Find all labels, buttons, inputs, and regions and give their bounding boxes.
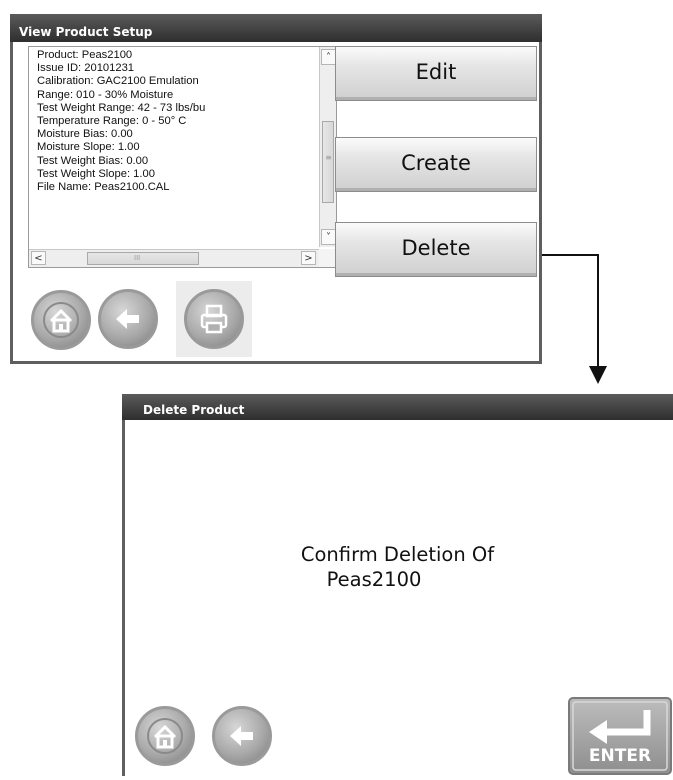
back-button[interactable]: [98, 289, 158, 349]
list-item: Temperature Range: 0 - 50° C: [37, 115, 187, 128]
list-item: Test Weight Range: 42 - 73 lbs/bu: [37, 101, 206, 114]
enter-button[interactable]: ENTER: [567, 696, 673, 776]
confirm-message: Confirm Deletion Of Peas2100: [125, 542, 670, 592]
window-body: Confirm Deletion Of Peas2100 ENTER: [125, 420, 673, 776]
print-button-circle: [184, 289, 244, 349]
back-icon: [116, 309, 139, 329]
confirm-product-name: Peas2100: [326, 568, 422, 591]
delete-button[interactable]: Delete: [335, 222, 537, 277]
connector-line-horizontal: [542, 254, 599, 256]
print-icon: [200, 304, 228, 334]
view-product-setup-window: View Product Setup Product: Peas2100 Iss…: [10, 14, 542, 364]
grip-icon: ≡: [325, 153, 332, 162]
scroll-right-button[interactable]: >: [301, 251, 316, 265]
window-title: View Product Setup: [10, 14, 542, 42]
home-icon: [147, 718, 183, 754]
horizontal-scroll-thumb[interactable]: III: [87, 252, 199, 265]
list-item: Issue ID: 20101231: [37, 62, 135, 75]
print-button[interactable]: [176, 281, 252, 357]
list-item: Moisture Slope: 1.00: [37, 141, 140, 154]
list-item: Product: Peas2100: [37, 49, 133, 61]
edit-button[interactable]: Edit: [335, 46, 537, 101]
product-info-list[interactable]: Product: Peas2100 Issue ID: 20101231 Cal…: [28, 46, 337, 268]
list-item: Moisture Bias: 0.00: [37, 128, 133, 141]
create-button[interactable]: Create: [335, 137, 537, 192]
home-icon: [43, 302, 79, 338]
vertical-scroll-thumb[interactable]: ≡: [322, 121, 334, 203]
confirm-line-1: Confirm Deletion Of: [300, 543, 495, 566]
scrollbar-corner: [319, 249, 336, 267]
list-item: Test Weight Bias: 0.00: [37, 154, 149, 167]
vertical-scrollbar[interactable]: ˄ ≡ ˅: [319, 47, 336, 247]
connector-line-vertical: [597, 254, 599, 366]
scroll-left-button[interactable]: <: [31, 251, 46, 265]
back-icon: [230, 726, 253, 746]
home-button[interactable]: [31, 290, 91, 350]
horizontal-scrollbar[interactable]: < III >: [29, 249, 319, 267]
scroll-up-button[interactable]: ˄: [321, 49, 336, 65]
window-body: Product: Peas2100 Issue ID: 20101231 Cal…: [13, 42, 539, 361]
home-button[interactable]: [135, 706, 195, 766]
list-item: Calibration: GAC2100 Emulation: [37, 75, 199, 88]
list-item: Range: 010 - 30% Moisture: [37, 88, 174, 101]
list-item: File Name: Peas2100.CAL: [37, 181, 170, 194]
window-title: Delete Product: [122, 394, 673, 420]
arrow-down-icon: [589, 366, 607, 384]
grip-icon: III: [134, 254, 141, 262]
delete-product-window: Delete Product Confirm Deletion Of Peas2…: [122, 394, 673, 776]
list-item: Test Weight Slope: 1.00: [37, 167, 155, 180]
enter-label: ENTER: [588, 746, 652, 766]
scroll-down-button[interactable]: ˅: [321, 229, 336, 245]
product-info-lines: Product: Peas2100 Issue ID: 20101231 Cal…: [37, 49, 317, 194]
back-button[interactable]: [212, 706, 272, 766]
